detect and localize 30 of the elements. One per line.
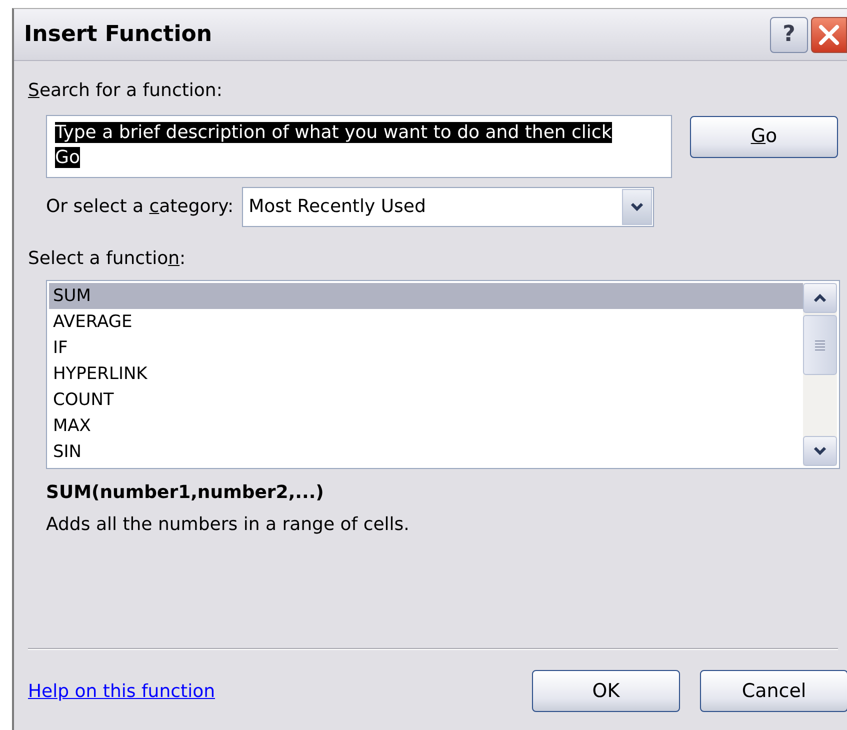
search-label: Search for a function:	[28, 79, 222, 103]
scroll-up-button[interactable]	[803, 283, 837, 313]
function-signature: SUM(number1,number2,...)	[46, 481, 324, 505]
caret-up-icon	[813, 293, 827, 303]
function-item[interactable]: SUM	[49, 283, 803, 309]
function-list-label: Select a function:	[28, 246, 186, 270]
caret-down-icon	[630, 202, 644, 212]
function-item[interactable]: IF	[49, 335, 803, 361]
category-label: Or select a category:	[46, 195, 234, 219]
function-item[interactable]: HYPERLINK	[49, 361, 803, 387]
help-link[interactable]: Help on this function	[28, 678, 215, 704]
scroll-down-button[interactable]	[803, 436, 837, 466]
help-button[interactable]: ?	[770, 17, 808, 53]
scrollbar[interactable]	[803, 283, 837, 466]
grip-icon	[815, 339, 825, 351]
category-dropdown[interactable]: Most Recently Used	[242, 186, 654, 226]
search-field[interactable]: Type a brief description of what you want to do and then click Go	[46, 114, 672, 178]
function-item[interactable]: AVERAGE	[49, 309, 803, 335]
function-description: Adds all the numbers in a range of cells.	[46, 512, 410, 536]
ok-button[interactable]: OK	[532, 670, 680, 712]
cancel-button[interactable]: Cancel	[700, 670, 847, 712]
caret-down-icon	[813, 446, 827, 456]
close-icon	[818, 24, 840, 46]
go-button[interactable]: Go	[690, 116, 838, 158]
close-button[interactable]	[811, 17, 847, 53]
function-item[interactable]: COUNT	[49, 387, 803, 413]
function-item[interactable]: MAX	[49, 413, 803, 439]
function-item[interactable]: SIN	[49, 439, 803, 465]
window-title: Insert Function	[24, 21, 212, 49]
scroll-thumb[interactable]	[803, 315, 837, 375]
